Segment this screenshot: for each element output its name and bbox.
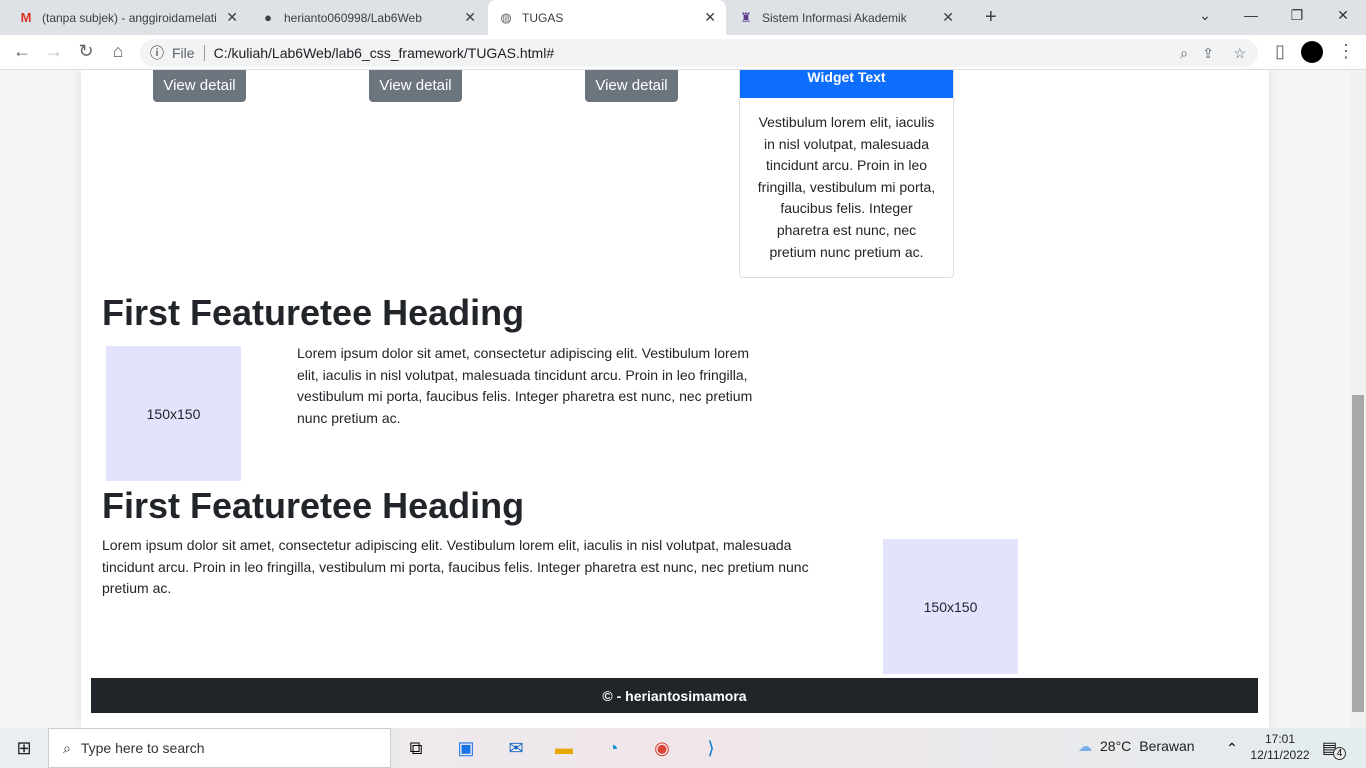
side-panel-icon[interactable]: ▯	[1268, 41, 1292, 62]
share-icon[interactable]: ⇪	[1202, 45, 1214, 62]
close-tab-icon[interactable]: ✕	[704, 9, 716, 26]
search-icon: ⌕	[63, 739, 71, 756]
widget-card: Widget Text Vestibulum lorem elit, iacul…	[739, 70, 954, 278]
new-tab-button[interactable]: +	[975, 0, 1007, 35]
browser-toolbar: ← → ↻ ⌂ ⓘ File C:/kuliah/Lab6Web/lab6_cs…	[0, 35, 1366, 70]
info-icon: ⓘ	[150, 45, 164, 61]
scrollbar[interactable]	[1350, 70, 1366, 728]
reload-icon[interactable]: ↻	[74, 41, 98, 62]
task-view-icon[interactable]: ⧉	[402, 734, 430, 762]
file-explorer-icon[interactable]: ▬	[550, 734, 578, 762]
featurette-heading: First Featuretee Heading	[102, 485, 525, 526]
cloud-icon: ☁	[1078, 738, 1092, 754]
tab-strip: M (tanpa subjek) - anggiroidamelati ✕ ● her…	[0, 0, 1366, 35]
academic-icon: ♜	[740, 9, 752, 25]
zoom-icon[interactable]: ⌕	[1180, 45, 1188, 62]
featurette-text: Lorem ipsum dolor sit amet, consectetur …	[297, 345, 753, 426]
close-tab-icon[interactable]: ✕	[226, 9, 238, 26]
tab-gmail[interactable]: M (tanpa subjek) - anggiroidamelati ✕	[8, 0, 248, 35]
placeholder-image: 150x150	[883, 539, 1018, 674]
back-icon[interactable]: ←	[10, 41, 34, 62]
gmail-icon: M	[20, 10, 32, 25]
widget-title: Widget Text	[740, 70, 953, 98]
page-viewport: View detail View detail View detail Widg…	[0, 70, 1350, 728]
tab-search-icon[interactable]: ⌄	[1182, 0, 1228, 30]
tab-siakad[interactable]: ♜ Sistem Informasi Akademik ✕	[728, 0, 964, 35]
menu-icon[interactable]: ⋮	[1334, 41, 1358, 62]
minimize-button[interactable]: —	[1228, 0, 1274, 30]
clock[interactable]: 17:01 12/11/2022	[1250, 731, 1310, 763]
view-detail-button[interactable]: View detail	[585, 70, 678, 102]
taskbar-search[interactable]: ⌕ Type here to search	[48, 728, 391, 768]
tab-tugas[interactable]: ◍ TUGAS ✕	[488, 0, 726, 35]
placeholder-image: 150x150	[106, 346, 241, 481]
profile-avatar[interactable]	[1301, 41, 1323, 63]
featurette-text: Lorem ipsum dolor sit amet, consectetur …	[102, 537, 809, 597]
featurette-heading: First Featuretee Heading	[102, 292, 525, 333]
github-icon: ●	[264, 10, 272, 25]
tab-github[interactable]: ● herianto060998/Lab6Web ✕	[250, 0, 486, 35]
widget-body: Vestibulum lorem elit, iaculis in nisl v…	[757, 114, 936, 260]
weather-widget[interactable]: ☁ 28°C Berawan	[1078, 738, 1195, 755]
windows-start-icon[interactable]: ⊞	[10, 734, 38, 762]
forward-icon[interactable]: →	[42, 41, 66, 62]
notification-icon[interactable]: ▤ 4	[1320, 734, 1348, 762]
edge-icon[interactable]: ◔	[599, 734, 627, 762]
close-tab-icon[interactable]: ✕	[942, 9, 954, 26]
close-tab-icon[interactable]: ✕	[464, 9, 476, 26]
bookmark-star-icon[interactable]: ☆	[1233, 45, 1246, 62]
page-container: View detail View detail View detail Widg…	[81, 70, 1269, 728]
close-window-button[interactable]: ✕	[1320, 0, 1366, 30]
footer: © - heriantosimamora	[91, 678, 1258, 713]
globe-icon: ◍	[500, 9, 512, 25]
view-detail-button[interactable]: View detail	[153, 70, 246, 102]
mail-icon[interactable]: ✉	[502, 734, 530, 762]
chrome-icon[interactable]: ◉	[648, 734, 676, 762]
taskbar: ⊞ ⌕ Type here to search ⧉ ▣ ✉ ▬ ◔ ◉ ⟩ ☁ 28…	[0, 728, 1366, 768]
vscode-icon[interactable]: ⟩	[697, 734, 725, 762]
view-detail-button[interactable]: View detail	[369, 70, 462, 102]
chevron-up-icon[interactable]: ⌃	[1218, 734, 1246, 762]
scrollbar-thumb[interactable]	[1352, 395, 1364, 712]
address-bar[interactable]: ⓘ File C:/kuliah/Lab6Web/lab6_css_framew…	[140, 39, 1258, 67]
home-icon[interactable]: ⌂	[106, 41, 130, 62]
store-icon[interactable]: ▣	[452, 734, 480, 762]
restore-button[interactable]: ❐	[1274, 0, 1320, 30]
